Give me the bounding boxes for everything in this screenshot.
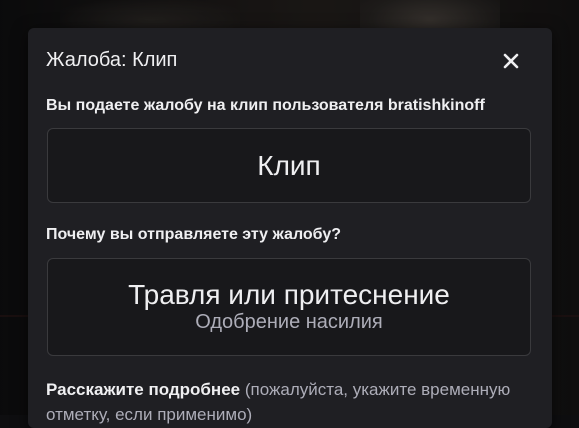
details-label-bold: Расскажите подробнее (46, 380, 241, 399)
reason-subvalue: Одобрение насилия (195, 311, 383, 333)
reason-field[interactable]: Травля или притеснение Одобрение насилия (47, 258, 531, 356)
target-value: Клип (257, 149, 321, 181)
reason-label: Почему вы отправляете эту жалобу? (46, 226, 342, 243)
details-label: Расскажите подробнее (пожалуйста, укажит… (46, 377, 536, 427)
report-modal: Жалоба: Клип Вы подаете жалобу на клип п… (28, 28, 552, 428)
target-label: Вы подаете жалобу на клип пользователя b… (46, 97, 485, 114)
modal-title: Жалоба: Клип (46, 49, 178, 71)
reason-value: Травля или притеснение (128, 279, 450, 310)
target-field[interactable]: Клип (47, 128, 531, 203)
close-icon (503, 53, 519, 69)
close-button[interactable] (498, 48, 524, 74)
